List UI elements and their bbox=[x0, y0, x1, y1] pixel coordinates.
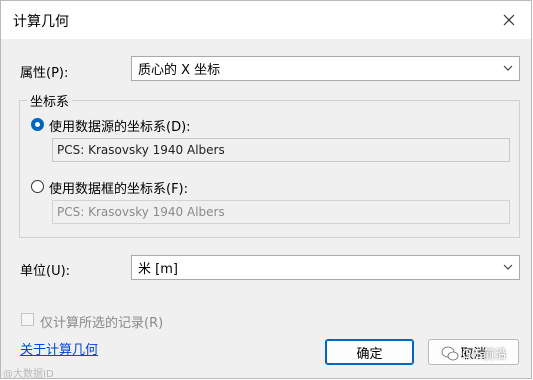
calculate-geometry-dialog: 计算几何 属性(P): 质心的 X 坐标 坐标系 使用数据源的坐标系(D): P… bbox=[0, 0, 532, 380]
ok-button-label: 确定 bbox=[356, 346, 383, 362]
window-title: 计算几何 bbox=[13, 14, 69, 30]
chevron-down-icon bbox=[503, 264, 513, 270]
selected-only-checkbox[interactable] bbox=[21, 313, 34, 326]
close-icon bbox=[503, 14, 515, 26]
property-select-value: 质心的 X 坐标 bbox=[138, 63, 221, 78]
frame-coordinate-field: PCS: Krasovsky 1940 Albers bbox=[52, 200, 510, 224]
source-coordinate-field: PCS: Krasovsky 1940 Albers bbox=[52, 138, 510, 162]
wechat-icon bbox=[441, 346, 459, 360]
title-bar: 计算几何 bbox=[1, 1, 531, 39]
source-coordinate-radio[interactable] bbox=[31, 118, 44, 131]
ok-button[interactable]: 确定 bbox=[325, 339, 414, 365]
property-select[interactable]: 质心的 X 坐标 bbox=[131, 56, 520, 81]
property-label: 属性(P): bbox=[20, 66, 69, 81]
watermark-right-text: GIS前沿 bbox=[462, 347, 507, 361]
about-link[interactable]: 关于计算几何 bbox=[20, 339, 98, 358]
unit-select[interactable]: 米 [m] bbox=[131, 255, 520, 280]
chevron-down-icon bbox=[503, 65, 513, 71]
watermark-left: @大数据ID bbox=[3, 369, 54, 380]
selected-only-label: 仅计算所选的记录(R) bbox=[40, 316, 164, 331]
source-coordinate-label[interactable]: 使用数据源的坐标系(D): bbox=[49, 116, 191, 135]
watermark-right: GIS前沿 bbox=[441, 345, 506, 362]
frame-coordinate-label[interactable]: 使用数据框的坐标系(F): bbox=[49, 178, 188, 197]
unit-select-value: 米 [m] bbox=[138, 262, 178, 277]
coordinate-system-group-label: 坐标系 bbox=[27, 91, 73, 110]
close-button[interactable] bbox=[487, 1, 531, 39]
unit-label: 单位(U): bbox=[20, 264, 71, 279]
frame-coordinate-radio[interactable] bbox=[31, 180, 44, 193]
